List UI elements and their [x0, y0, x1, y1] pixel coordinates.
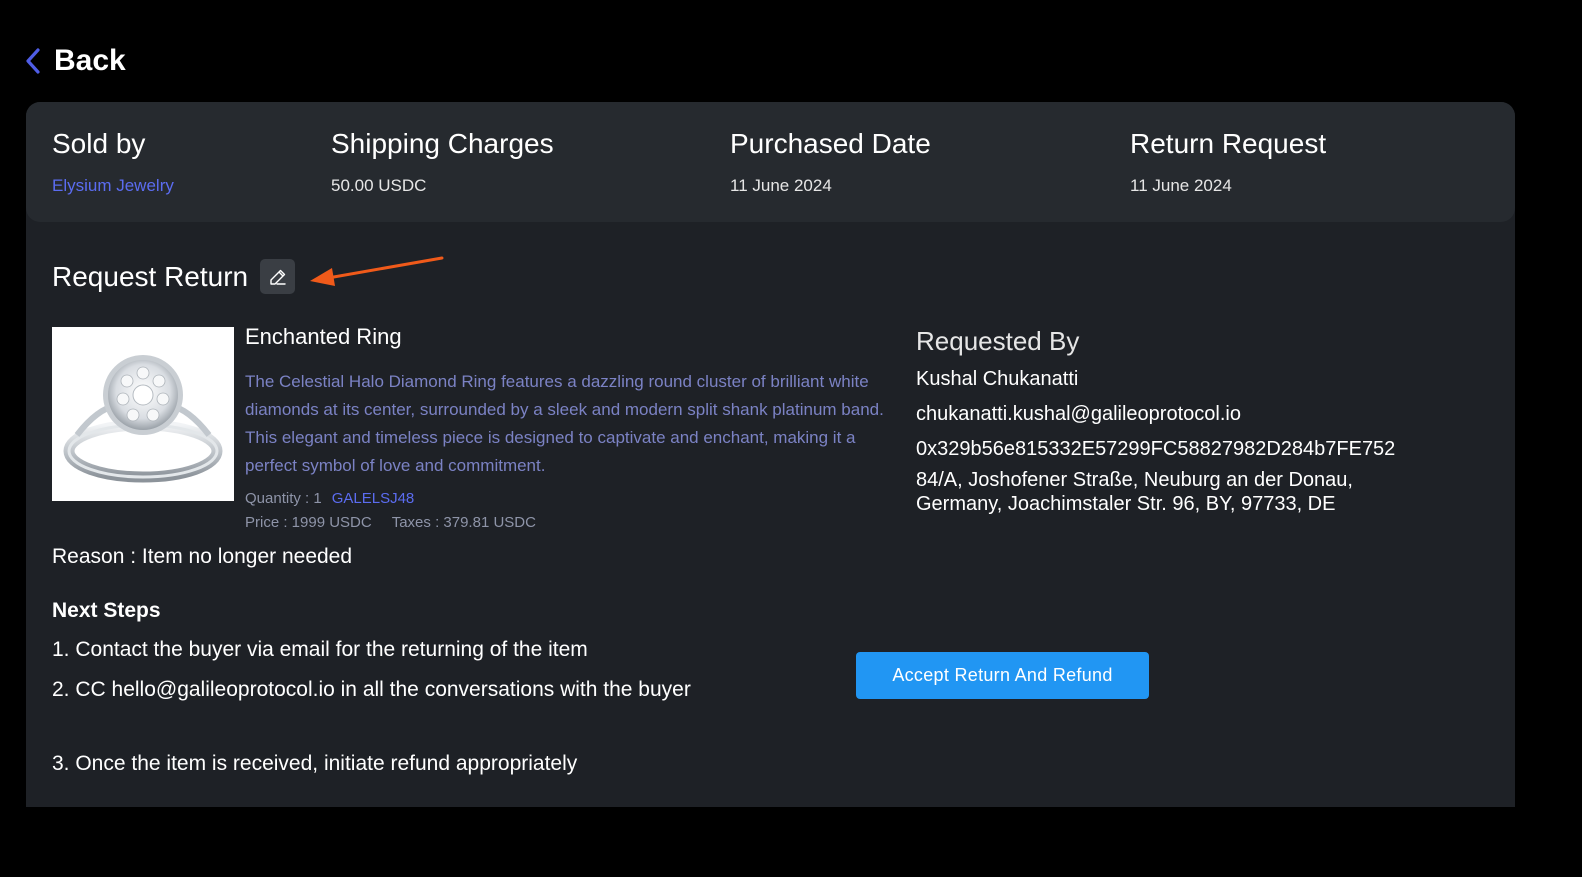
requester-wallet: 0x329b56e815332E57299FC58827982D284b7FE7…	[916, 438, 1396, 460]
requested-by-section: Requested By Kushal Chukanatti chukanatt…	[916, 326, 1416, 516]
requested-by-title: Requested By	[916, 326, 1080, 356]
product-image	[52, 327, 234, 501]
next-steps-title: Next Steps	[52, 599, 161, 622]
return-request-value: 11 June 2024	[1130, 176, 1232, 195]
back-label: Back	[54, 44, 126, 77]
shipping-title: Shipping Charges	[331, 128, 554, 159]
back-button[interactable]: Back	[24, 44, 126, 78]
order-summary-bar: Sold by Elysium Jewelry Shipping Charges…	[26, 102, 1515, 222]
request-return-title: Request Return	[52, 260, 249, 292]
next-step-2: 2. CC hello@galileoprotocol.io in all th…	[52, 678, 691, 701]
purchased-value: 11 June 2024	[730, 176, 832, 195]
requester-email: chukanatti.kushal@galileoprotocol.io	[916, 403, 1241, 425]
return-request-column: Return Request 11 June 2024	[1130, 128, 1326, 196]
return-request-title: Return Request	[1130, 128, 1327, 159]
shipping-column: Shipping Charges 50.00 USDC	[331, 128, 554, 196]
requester-name: Kushal Chukanatti	[916, 368, 1079, 390]
sold-by-column: Sold by Elysium Jewelry	[52, 128, 174, 196]
arrow-left-annotation	[310, 256, 444, 286]
sold-by-title: Sold by	[52, 128, 146, 159]
ring-image	[63, 355, 223, 483]
shipping-value: 50.00 USDC	[331, 176, 427, 195]
seller-link[interactable]: Elysium Jewelry	[52, 176, 174, 196]
chevron-left-icon	[26, 48, 40, 74]
next-step-3: 3. Once the item is received, initiate r…	[52, 752, 578, 775]
price-row: Price : 1999 USDC Taxes : 379.81 USDC	[245, 514, 905, 531]
edit-button[interactable]	[260, 259, 296, 294]
product-description: The Celestial Halo Diamond Ring features…	[245, 372, 884, 475]
taxes-text: Taxes : 379.81 USDC	[391, 514, 536, 531]
product-name: Enchanted Ring	[245, 324, 402, 349]
quantity-text: Quantity : 1	[245, 490, 322, 507]
return-detail-panel: Sold by Elysium Jewelry Shipping Charges…	[26, 102, 1515, 807]
pencil-icon	[269, 269, 286, 285]
product-info: Enchanted Ring The Celestial Halo Diamon…	[245, 324, 905, 531]
purchased-column: Purchased Date 11 June 2024	[730, 128, 931, 196]
sku-link[interactable]: GALELSJ48	[332, 490, 415, 507]
quantity-row: Quantity : 1 GALELSJ48	[245, 490, 905, 507]
price-text: Price : 1999 USDC	[245, 514, 372, 531]
request-return-header: Request Return	[52, 259, 296, 294]
accept-return-button[interactable]: Accept Return And Refund	[856, 652, 1149, 699]
purchased-title: Purchased Date	[730, 128, 931, 159]
return-reason: Reason : Item no longer needed	[52, 545, 353, 568]
next-step-1: 1. Contact the buyer via email for the r…	[52, 638, 588, 661]
requester-address: 84/A, Joshofener Straße, Neuburg an der …	[916, 469, 1353, 515]
